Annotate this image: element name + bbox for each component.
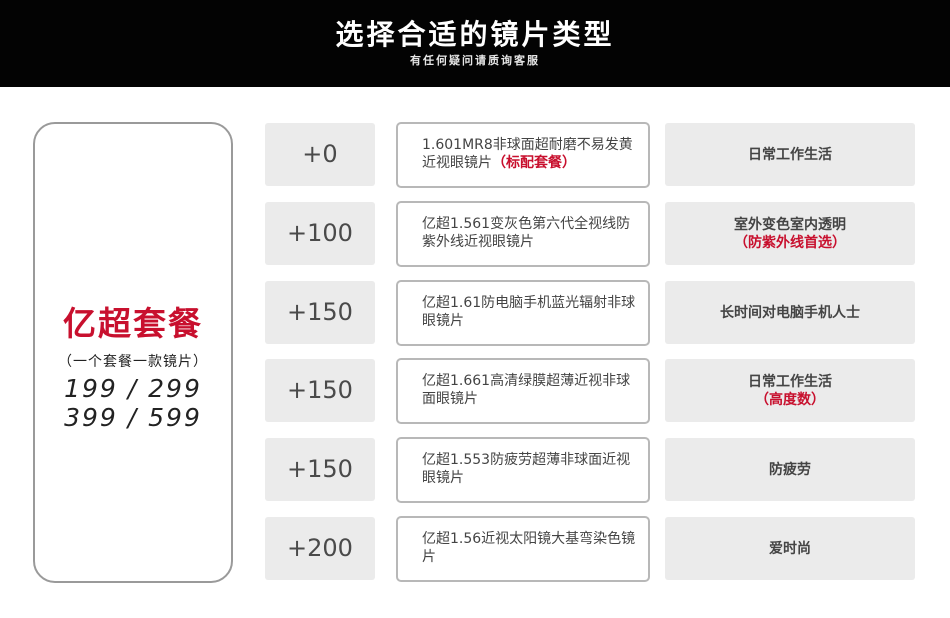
lens-description: 亿超1.61防电脑手机蓝光辐射非球眼镜片 [396,280,650,346]
usage-scenario: 爱时尚 [665,517,915,580]
page-header: 选择合适的镜片类型 有任何疑问请质询客服 [0,0,950,87]
price-addon: +200 [265,517,375,580]
lens-name: 亿超1.553防疲劳超薄非球面近视眼镜片 [422,452,631,486]
page-subtitle: 有任何疑问请质询客服 [410,54,540,67]
package-note: （一个套餐一款镜片） [58,354,208,370]
usage-scenario: 防疲劳 [665,438,915,501]
lens-option-row: +200 亿超1.56近视太阳镜大基弯染色镜片 爱时尚 [265,516,915,582]
lens-name: 亿超1.661高清绿膜超薄近视非球面眼镜片 [422,373,631,407]
package-card: 亿超套餐 （一个套餐一款镜片） 199 / 299 399 / 599 [33,122,233,583]
lens-description: 1.601MR8非球面超耐磨不易发黄近视眼镜片（标配套餐） [396,122,650,188]
lens-name: 亿超1.61防电脑手机蓝光辐射非球眼镜片 [422,295,636,329]
usage-scenario: 长时间对电脑手机人士 [665,281,915,344]
lens-option-row: +100 亿超1.561变灰色第六代全视线防紫外线近视眼镜片 室外变色室内透明 … [265,201,915,267]
package-price-line: 399 / 599 [64,403,202,432]
lens-description: 亿超1.56近视太阳镜大基弯染色镜片 [396,516,650,582]
page-title: 选择合适的镜片类型 [335,18,615,51]
lens-option-row: +0 1.601MR8非球面超耐磨不易发黄近视眼镜片（标配套餐） 日常工作生活 [265,122,915,188]
usage-text: 日常工作生活 [748,373,832,390]
usage-highlight: （高度数） [755,391,825,408]
lens-description: 亿超1.553防疲劳超薄非球面近视眼镜片 [396,437,650,503]
lens-option-row: +150 亿超1.661高清绿膜超薄近视非球面眼镜片 日常工作生活 （高度数） [265,358,915,424]
package-price-line: 199 / 299 [64,374,202,403]
usage-text: 爱时尚 [769,540,811,557]
lens-description: 亿超1.561变灰色第六代全视线防紫外线近视眼镜片 [396,201,650,267]
usage-text: 长时间对电脑手机人士 [720,304,860,321]
price-addon: +100 [265,202,375,265]
price-addon: +150 [265,438,375,501]
usage-text: 防疲劳 [769,461,811,478]
lens-description: 亿超1.661高清绿膜超薄近视非球面眼镜片 [396,358,650,424]
package-name: 亿超套餐 [63,304,203,343]
lens-option-row: +150 亿超1.61防电脑手机蓝光辐射非球眼镜片 长时间对电脑手机人士 [265,280,915,346]
usage-text: 日常工作生活 [748,146,832,163]
usage-text: 室外变色室内透明 [734,216,846,233]
price-addon: +150 [265,359,375,422]
lens-name: 亿超1.56近视太阳镜大基弯染色镜片 [422,531,636,565]
lens-highlight: （标配套餐） [492,155,576,171]
usage-scenario: 日常工作生活 （高度数） [665,359,915,422]
price-addon: +150 [265,281,375,344]
usage-highlight: （防紫外线首选） [734,234,846,251]
usage-scenario: 日常工作生活 [665,123,915,186]
lens-option-row: +150 亿超1.553防疲劳超薄非球面近视眼镜片 防疲劳 [265,437,915,503]
price-addon: +0 [265,123,375,186]
lens-name: 亿超1.561变灰色第六代全视线防紫外线近视眼镜片 [422,216,631,250]
usage-scenario: 室外变色室内透明 （防紫外线首选） [665,202,915,265]
